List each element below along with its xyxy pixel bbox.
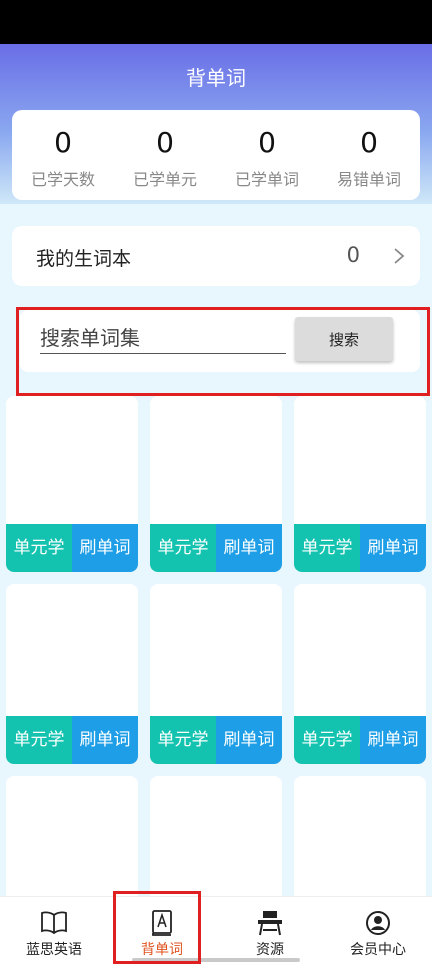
nav-label: 会员中心 xyxy=(350,942,406,958)
nav-label: 资源 xyxy=(256,942,284,958)
chevron-right-icon xyxy=(394,248,405,264)
stat-days-learned: 0 已学天数 xyxy=(12,110,114,200)
word-set-tile[interactable] xyxy=(6,776,138,906)
tile-actions: 单元学 刷单词 xyxy=(150,524,282,572)
word-set-tile[interactable]: 单元学 刷单词 xyxy=(294,396,426,572)
home-indicator xyxy=(132,958,300,962)
nav-item-resources[interactable]: 资源 xyxy=(216,897,324,964)
notebook-count: 0 xyxy=(346,243,360,267)
tile-actions: 单元学 刷单词 xyxy=(294,524,426,572)
drill-words-button[interactable]: 刷单词 xyxy=(72,524,138,572)
word-set-tile[interactable] xyxy=(150,776,282,906)
stat-value: 0 xyxy=(54,126,72,159)
drill-words-button[interactable]: 刷单词 xyxy=(216,716,282,764)
book-open-icon xyxy=(41,911,67,935)
stat-error-words: 0 易错单词 xyxy=(318,110,420,200)
stat-value: 0 xyxy=(360,126,378,159)
tile-actions: 单元学 刷单词 xyxy=(294,716,426,764)
vocabulary-book-icon xyxy=(152,910,172,936)
stat-label: 已学单词 xyxy=(234,170,299,189)
nav-item-lanse-english[interactable]: 蓝思英语 xyxy=(0,897,108,964)
unit-learn-button[interactable]: 单元学 xyxy=(294,524,360,572)
stat-units-learned: 0 已学单元 xyxy=(114,110,216,200)
unit-learn-button[interactable]: 单元学 xyxy=(294,716,360,764)
tile-actions: 单元学 刷单词 xyxy=(6,524,138,572)
drill-words-button[interactable]: 刷单词 xyxy=(72,716,138,764)
unit-learn-button[interactable]: 单元学 xyxy=(150,524,216,572)
word-set-tile[interactable]: 单元学 刷单词 xyxy=(294,584,426,764)
drill-words-button[interactable]: 刷单词 xyxy=(360,524,426,572)
status-bar xyxy=(0,0,432,44)
search-input[interactable] xyxy=(40,322,286,354)
stat-value: 0 xyxy=(156,126,174,159)
stat-value: 0 xyxy=(258,126,276,159)
bottom-nav: 蓝思英语 背单词 资源 会员中心 xyxy=(0,896,432,964)
stat-label: 已学单元 xyxy=(132,170,197,189)
notebook-label: 我的生词本 xyxy=(36,248,132,270)
word-set-tile[interactable]: 单元学 刷单词 xyxy=(6,584,138,764)
tile-actions: 单元学 刷单词 xyxy=(6,716,138,764)
user-circle-icon xyxy=(366,911,390,935)
tile-actions: 单元学 刷单词 xyxy=(150,716,282,764)
desk-icon xyxy=(258,911,282,936)
page-title: 背单词 xyxy=(186,66,246,90)
search-card: 搜索 xyxy=(20,310,420,372)
word-set-tile[interactable] xyxy=(294,776,426,906)
stat-words-learned: 0 已学单词 xyxy=(216,110,318,200)
word-set-tile[interactable]: 单元学 刷单词 xyxy=(150,584,282,764)
nav-item-member-center[interactable]: 会员中心 xyxy=(324,897,432,964)
nav-label: 背单词 xyxy=(141,942,183,958)
unit-learn-button[interactable]: 单元学 xyxy=(6,524,72,572)
drill-words-button[interactable]: 刷单词 xyxy=(360,716,426,764)
unit-learn-button[interactable]: 单元学 xyxy=(150,716,216,764)
search-button[interactable]: 搜索 xyxy=(295,317,393,361)
drill-words-button[interactable]: 刷单词 xyxy=(216,524,282,572)
vocabulary-notebook-row[interactable]: 我的生词本 0 xyxy=(12,226,420,286)
word-set-tile[interactable]: 单元学 刷单词 xyxy=(6,396,138,572)
nav-label: 蓝思英语 xyxy=(26,942,82,958)
stat-label: 易错单词 xyxy=(336,170,401,189)
word-set-tile[interactable]: 单元学 刷单词 xyxy=(150,396,282,572)
unit-learn-button[interactable]: 单元学 xyxy=(6,716,72,764)
stats-card: 0 已学天数 0 已学单元 0 已学单词 0 易错单词 xyxy=(12,110,420,200)
nav-item-vocabulary[interactable]: 背单词 xyxy=(108,897,216,964)
stat-label: 已学天数 xyxy=(30,170,95,189)
